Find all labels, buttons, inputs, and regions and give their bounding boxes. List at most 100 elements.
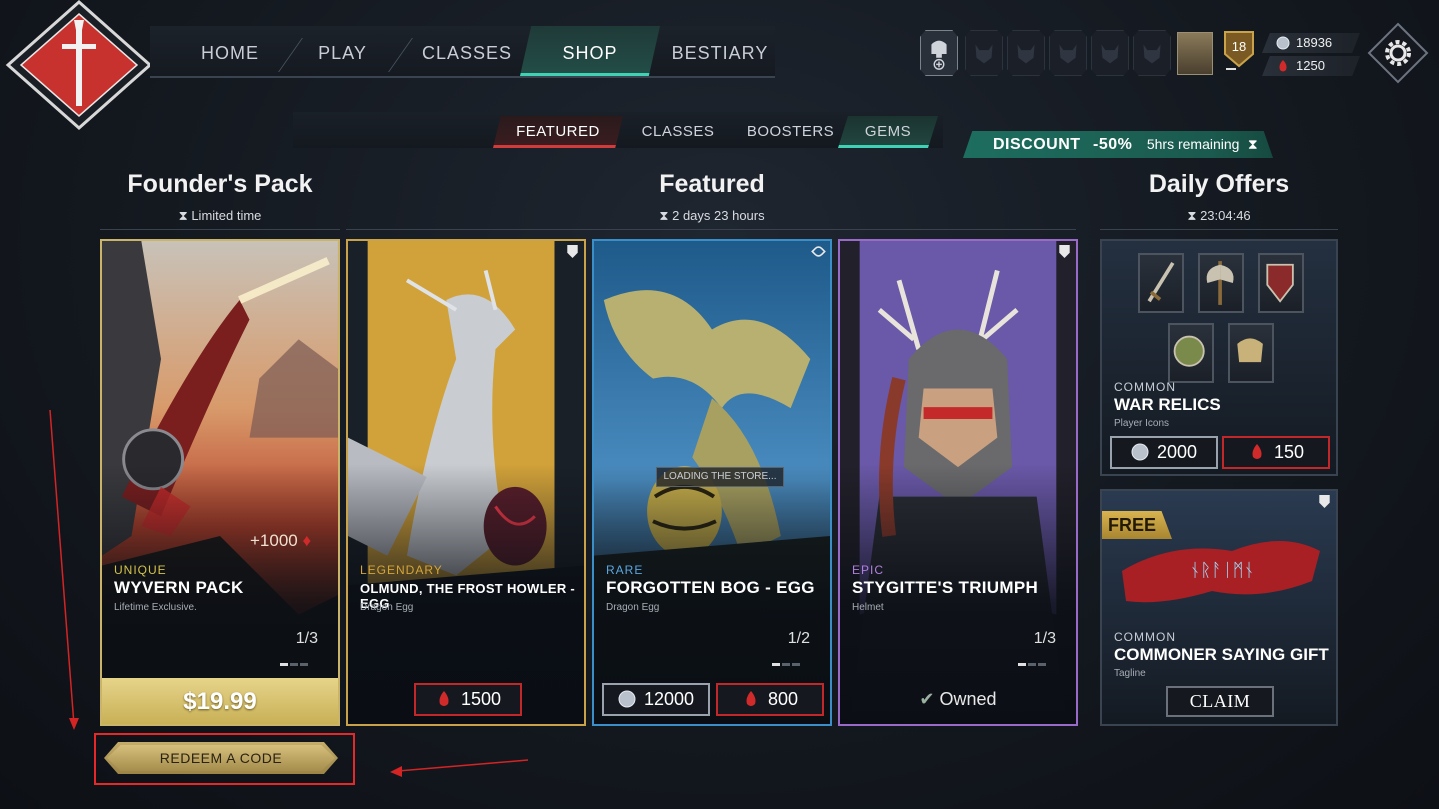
- item-type: Dragon Egg: [360, 602, 414, 613]
- commoner-saying-gift-card[interactable]: FREE ᚾᚱᚨᛁᛗᚾ COMMON COMMONER SAYING GIFT …: [1100, 489, 1338, 726]
- tab-gems[interactable]: GEMS: [838, 116, 938, 148]
- party-slot-empty[interactable]: [965, 30, 1003, 76]
- item-name: STYGITTE'S TRIUMPH: [852, 578, 1039, 597]
- price-bar: 12000 800: [594, 676, 830, 724]
- nav-play[interactable]: PLAY: [295, 26, 390, 76]
- party-slot-empty[interactable]: [1091, 30, 1129, 76]
- level-number: 18: [1232, 39, 1246, 54]
- silver-coin-icon: [1276, 36, 1290, 50]
- red-gem-icon: [439, 691, 449, 706]
- daily-offers-title: Daily Offers: [1148, 170, 1290, 198]
- hourglass-icon: ⧗: [1187, 208, 1201, 223]
- featured-title: Featured: [659, 170, 765, 198]
- nav-bestiary[interactable]: BESTIARY: [665, 26, 775, 76]
- gem-balance: 1250: [1262, 56, 1360, 76]
- item-type: Tagline: [1114, 668, 1146, 679]
- nav-shop[interactable]: SHOP: [520, 26, 660, 76]
- price-button[interactable]: $19.99: [102, 678, 338, 724]
- divider: [1100, 229, 1338, 230]
- item-type: Dragon Egg: [606, 602, 660, 613]
- axe-relic-icon: [1198, 253, 1244, 313]
- carousel-dots: [772, 653, 808, 666]
- player-avatar[interactable]: [1177, 32, 1213, 75]
- shield-relic-icon: [1258, 253, 1304, 313]
- hourglass-icon: ⧗: [1247, 136, 1258, 152]
- daily-timer: ⧗ 23:04:46: [1187, 208, 1251, 223]
- item-name: WAR RELICS: [1114, 395, 1221, 414]
- nav-classes[interactable]: CLASSES: [412, 26, 522, 76]
- featured-timer: ⧗ 2 days 23 hours: [659, 208, 765, 223]
- helmet-plus-icon: [931, 40, 947, 70]
- item-name: FORGOTTEN BOG - EGG: [606, 578, 815, 597]
- main-nav: HOME PLAY CLASSES SHOP BESTIARY: [150, 26, 775, 78]
- stygittes-triumph-card[interactable]: EPIC STYGITTE'S TRIUMPH Helmet 1/3 ✔ Own…: [838, 239, 1078, 726]
- price-bar: 1500: [348, 676, 584, 724]
- rarity-label: COMMON: [1114, 630, 1176, 644]
- carousel-dots: [1018, 653, 1054, 666]
- olmund-egg-card[interactable]: LEGENDARY OLMUND, THE FROST HOWLER - EGG…: [346, 239, 586, 726]
- silver-price-button[interactable]: 12000: [602, 683, 710, 716]
- price-label: $19.99: [183, 688, 257, 715]
- tab-boosters[interactable]: BOOSTERS: [738, 116, 843, 148]
- party-invite-slot[interactable]: [920, 30, 958, 76]
- round-shield-relic-icon: [1168, 323, 1214, 383]
- game-logo[interactable]: [4, 0, 154, 130]
- red-gem-icon: [1279, 60, 1287, 72]
- bonus-gems-label: +1000 ♦: [250, 531, 312, 550]
- wolf-icon: [1143, 44, 1161, 64]
- divider: [346, 229, 1076, 230]
- wolf-icon: [1017, 44, 1035, 64]
- wyvern-pack-card[interactable]: +1000 ♦ UNIQUE WYVERN PACK Lifetime Excl…: [100, 239, 340, 726]
- tagline-banner: ᚾᚱᚨᛁᛗᚾ: [1122, 541, 1320, 603]
- gem-price-button[interactable]: 1500: [414, 683, 522, 716]
- rarity-label: LEGENDARY: [360, 563, 443, 577]
- owned-status: ✔ Owned: [919, 689, 997, 709]
- war-relics-card[interactable]: COMMON WAR RELICS Player Icons 2000 150: [1100, 239, 1338, 476]
- redeem-label: REDEEM A CODE: [159, 750, 283, 766]
- discount-banner: DISCOUNT -50% 5hrs remaining ⧗: [963, 131, 1273, 158]
- settings-button[interactable]: [1367, 22, 1429, 84]
- page-indicator: 1/3: [1033, 630, 1056, 647]
- carousel-dots: [280, 653, 316, 666]
- page-indicator: 1/2: [787, 630, 810, 647]
- tab-featured[interactable]: FEATURED: [493, 116, 623, 148]
- sword-relic-icon: [1138, 253, 1184, 313]
- svg-text:ᚾᚱᚨᛁᛗᚾ: ᚾᚱᚨᛁᛗᚾ: [1190, 560, 1255, 581]
- claim-button[interactable]: CLAIM: [1166, 686, 1274, 717]
- level-badge: 18: [1224, 31, 1254, 68]
- redeem-code-button[interactable]: REDEEM A CODE: [104, 742, 338, 774]
- item-type: Player Icons: [1114, 418, 1170, 429]
- check-icon: ✔: [919, 689, 940, 709]
- forgotten-bog-egg-card[interactable]: LOADING THE STORE... RARE FORGOTTEN BOG …: [592, 239, 832, 726]
- silver-coin-icon: [1131, 443, 1149, 461]
- discount-label: DISCOUNT: [993, 136, 1081, 153]
- party-slot-empty[interactable]: [1133, 30, 1171, 76]
- avatar-underline: [1226, 68, 1236, 70]
- red-gem-icon: ♦: [302, 531, 312, 550]
- item-name: COMMONER SAYING GIFT: [1114, 645, 1329, 664]
- gem-amount: 1250: [1296, 58, 1325, 73]
- hourglass-icon: ⧗: [178, 208, 192, 223]
- hourglass-icon: ⧗: [659, 208, 673, 223]
- silver-price-button[interactable]: 2000: [1110, 436, 1218, 469]
- party-slot-empty[interactable]: [1007, 30, 1045, 76]
- founders-timer: ⧗ Limited time: [178, 208, 262, 223]
- party-slot-empty[interactable]: [1049, 30, 1087, 76]
- tab-classes[interactable]: CLASSES: [628, 116, 728, 148]
- page-indicator: 1/3: [295, 630, 318, 647]
- loading-overlay: LOADING THE STORE...: [656, 467, 784, 487]
- rarity-label: UNIQUE: [114, 563, 167, 577]
- rarity-label: COMMON: [1114, 380, 1176, 394]
- shop-subtabs: FEATURED CLASSES BOOSTERS GEMS: [293, 112, 943, 148]
- wolf-icon: [1059, 44, 1077, 64]
- silver-balance: 18936: [1262, 33, 1360, 53]
- rarity-label: RARE: [606, 563, 644, 577]
- gem-price-button[interactable]: 800: [716, 683, 824, 716]
- discount-remaining: 5hrs remaining: [1146, 136, 1240, 152]
- dragon-skull-relic-icon: [1228, 323, 1274, 383]
- gem-price-button[interactable]: 150: [1222, 436, 1330, 469]
- divider: [100, 229, 340, 230]
- rarity-label: EPIC: [852, 563, 885, 577]
- nav-home[interactable]: HOME: [180, 26, 280, 76]
- wolf-icon: [975, 44, 993, 64]
